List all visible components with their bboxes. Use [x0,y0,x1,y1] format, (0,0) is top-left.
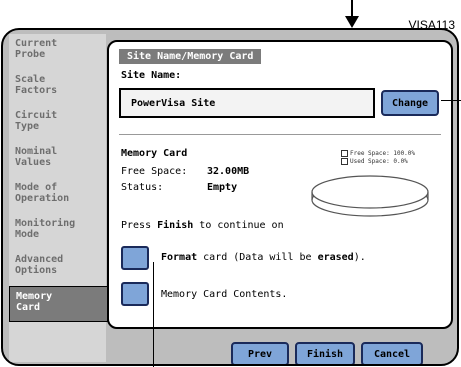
cancel-button[interactable]: Cancel [361,342,423,364]
legend-used: Used Space: 0.0% [341,158,415,166]
press-suffix: to continue on [199,220,284,231]
memory-card-contents-text: Memory Card Contents. [161,289,288,300]
divider [119,134,441,135]
press-finish-word: Finish [157,220,194,231]
sidebar-item-scale-factors[interactable]: Scale Factors [9,70,106,106]
sidebar-item-current-probe[interactable]: Current Probe [9,34,106,70]
callout-arrow-head [345,16,359,28]
legend-used-text: Used Space: 0.0% [350,158,408,165]
status-row: Status: Empty [121,182,237,193]
format-middle: card (Data will be [203,252,312,263]
memory-card-label: Memory Card [121,148,188,159]
prev-button[interactable]: Prev [231,342,289,364]
callout-line-format [153,262,154,367]
panel-title: Site Name/Memory Card [119,49,262,64]
sidebar-item-nominal-values[interactable]: Nominal Values [9,142,106,178]
free-space-value: 32.00MB [207,166,250,177]
format-card-button[interactable] [121,246,149,270]
change-button[interactable]: Change [381,90,439,116]
erased-word: erased [317,252,354,263]
legend-free: Free Space: 100.0% [341,150,415,158]
legend-free-text: Free Space: 100.0% [350,150,416,157]
sidebar: Current Probe Scale Factors Circuit Type… [9,34,108,362]
sidebar-item-mode-of-operation[interactable]: Mode of Operation [9,178,106,214]
sidebar-item-monitoring-mode[interactable]: Monitoring Mode [9,214,106,250]
device-screen: Current Probe Scale Factors Circuit Type… [1,28,459,366]
format-word: Format [161,252,198,263]
press-prefix: Press [121,220,152,231]
callout-line-change [441,100,461,101]
site-name-label: Site Name: [121,70,182,81]
site-name-field[interactable]: PowerVisa Site [119,88,375,118]
pie-legend: Free Space: 100.0% Used Space: 0.0% [341,150,415,166]
free-space-row: Free Space: 32.00MB [121,166,249,177]
legend-swatch-free [341,150,348,157]
legend-swatch-used [341,158,348,165]
memory-card-contents-button[interactable] [121,282,149,306]
format-card-text: Format card (Data will be erased). [161,252,366,263]
pie-top [311,175,429,209]
format-end: ). [353,252,366,263]
status-label: Status: [121,182,164,193]
space-pie-chart [311,175,429,217]
site-name-value: PowerVisa Site [131,98,216,109]
main-panel: Site Name/Memory Card Site Name: PowerVi… [107,40,453,329]
sidebar-item-advanced-options[interactable]: Advanced Options [9,250,106,286]
press-finish-text: Press Finish to continue on [121,220,284,231]
sidebar-item-circuit-type[interactable]: Circuit Type [9,106,106,142]
finish-button[interactable]: Finish [295,342,355,364]
free-space-label: Free Space: [121,166,188,177]
sidebar-item-memory-card[interactable]: Memory Card [9,286,108,322]
status-value: Empty [207,182,238,193]
